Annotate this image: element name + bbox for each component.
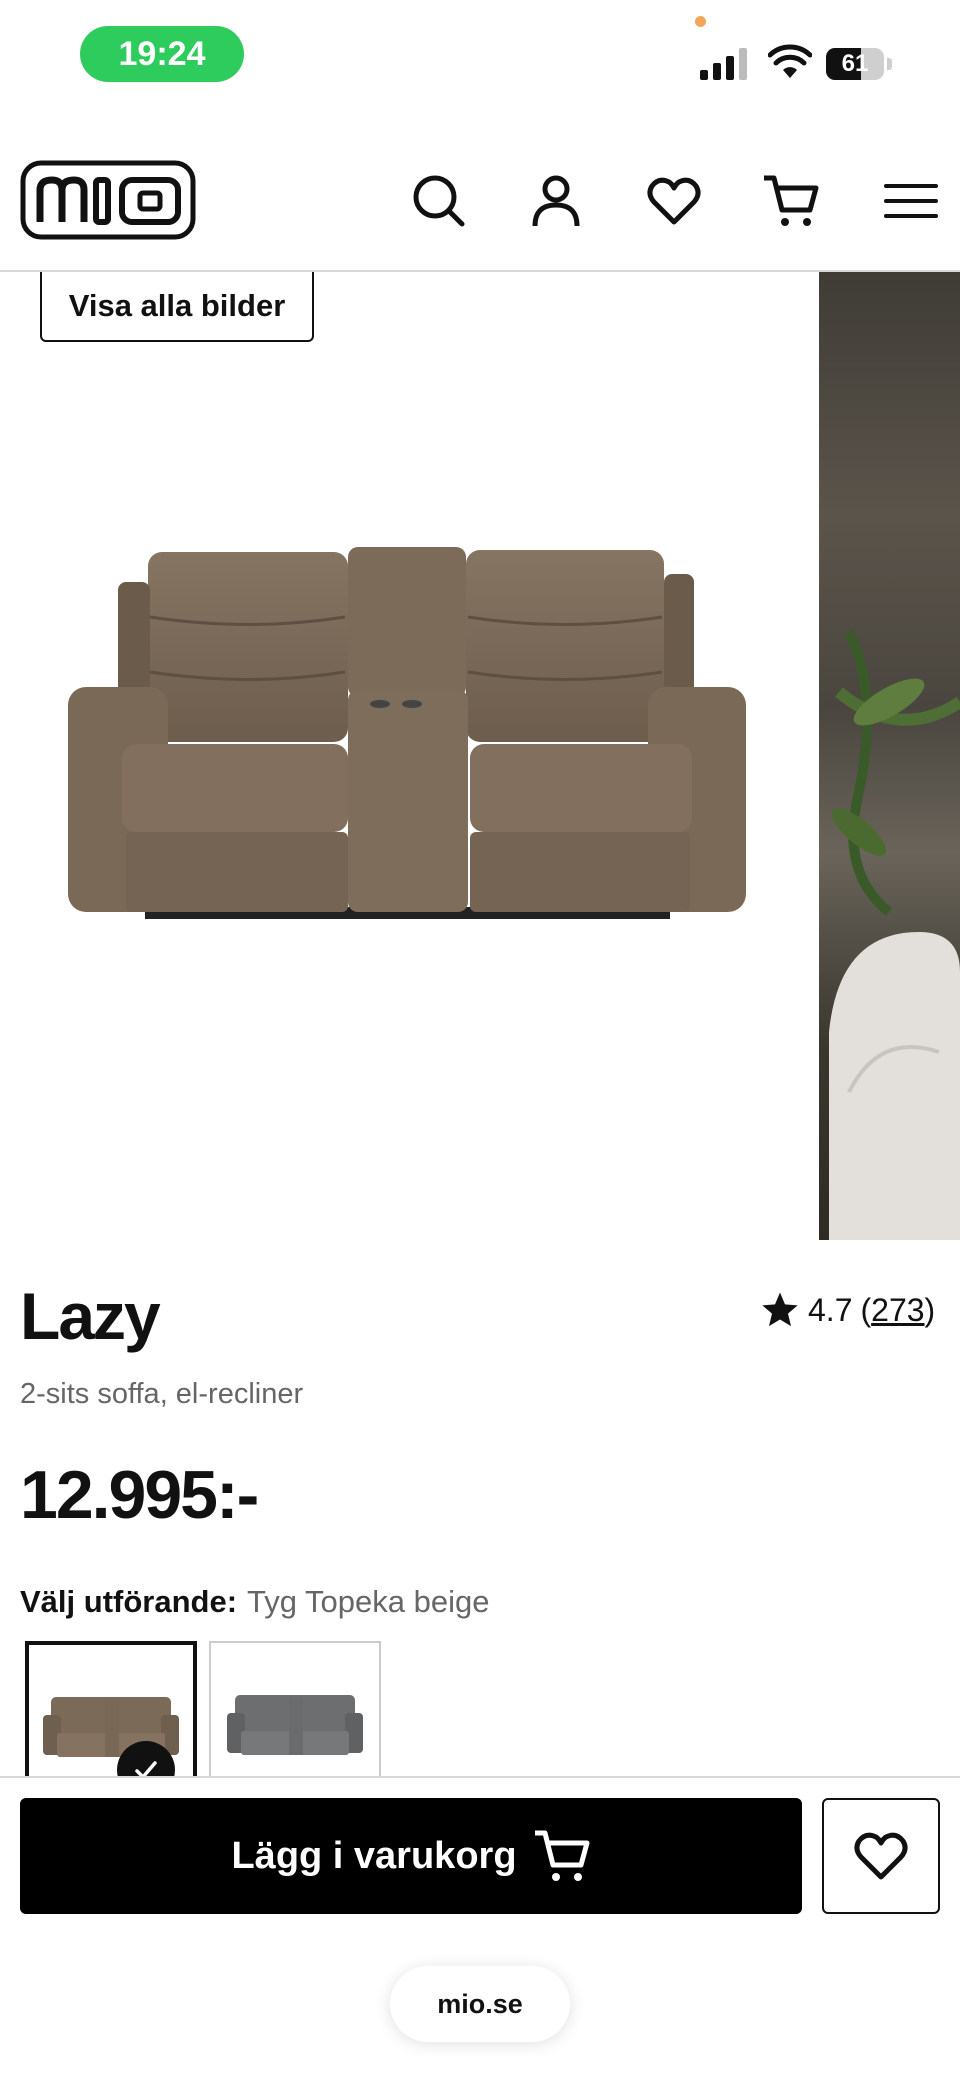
browser-url-pill[interactable]: mio.se <box>390 1966 570 2042</box>
rating-count-wrap[interactable]: (273) <box>860 1292 935 1329</box>
rating-count[interactable]: 273 <box>871 1292 924 1328</box>
mio-logo[interactable] <box>20 160 196 240</box>
product-image-main[interactable] <box>0 272 818 1240</box>
battery-indicator: 61 <box>826 48 894 82</box>
site-header <box>0 120 960 272</box>
variant-swatch-grey[interactable] <box>209 1641 381 1781</box>
signal-icon <box>700 48 747 80</box>
battery-level-text: 61 <box>841 50 869 77</box>
product-title: Lazy <box>20 1279 161 1353</box>
account-icon[interactable] <box>527 172 585 230</box>
sofa-thumbnail-grey <box>227 1695 363 1755</box>
menu-icon[interactable] <box>882 172 940 230</box>
rating-count-open: ( <box>860 1291 872 1328</box>
variant-selected-value: Tyg Topeka beige <box>247 1584 490 1619</box>
star-icon <box>762 1292 798 1327</box>
heart-icon <box>854 1832 908 1880</box>
variant-selector-label: Välj utförande: Tyg Topeka beige <box>20 1584 489 1620</box>
product-price: 12.995:- <box>20 1457 259 1533</box>
rating-value: 4.7 <box>808 1291 853 1328</box>
cart-icon <box>534 1830 590 1881</box>
product-image-next[interactable] <box>819 272 960 1240</box>
status-time: 19:24 <box>80 26 244 82</box>
product-subtitle: 2-sits soffa, el-recliner <box>20 1378 304 1410</box>
add-to-cart-label: Lägg i varukorg <box>231 1834 517 1877</box>
search-icon[interactable] <box>410 172 468 230</box>
privacy-indicator-dot <box>695 16 706 27</box>
wifi-icon <box>768 44 812 78</box>
selected-check-icon <box>117 1741 175 1781</box>
rating-count-close: ) <box>924 1291 936 1328</box>
show-all-images-button[interactable]: Visa alla bilder <box>40 272 314 342</box>
add-to-cart-button[interactable]: Lägg i varukorg <box>20 1798 802 1914</box>
add-to-wishlist-button[interactable] <box>822 1798 940 1914</box>
variant-swatch-beige[interactable] <box>25 1641 197 1781</box>
variant-label-text: Välj utförande: <box>20 1584 238 1619</box>
wishlist-heart-icon[interactable] <box>645 172 703 230</box>
sofa-image <box>68 547 746 919</box>
product-rating[interactable]: 4.7 (273) <box>760 1290 935 1330</box>
cart-icon[interactable] <box>762 172 820 230</box>
